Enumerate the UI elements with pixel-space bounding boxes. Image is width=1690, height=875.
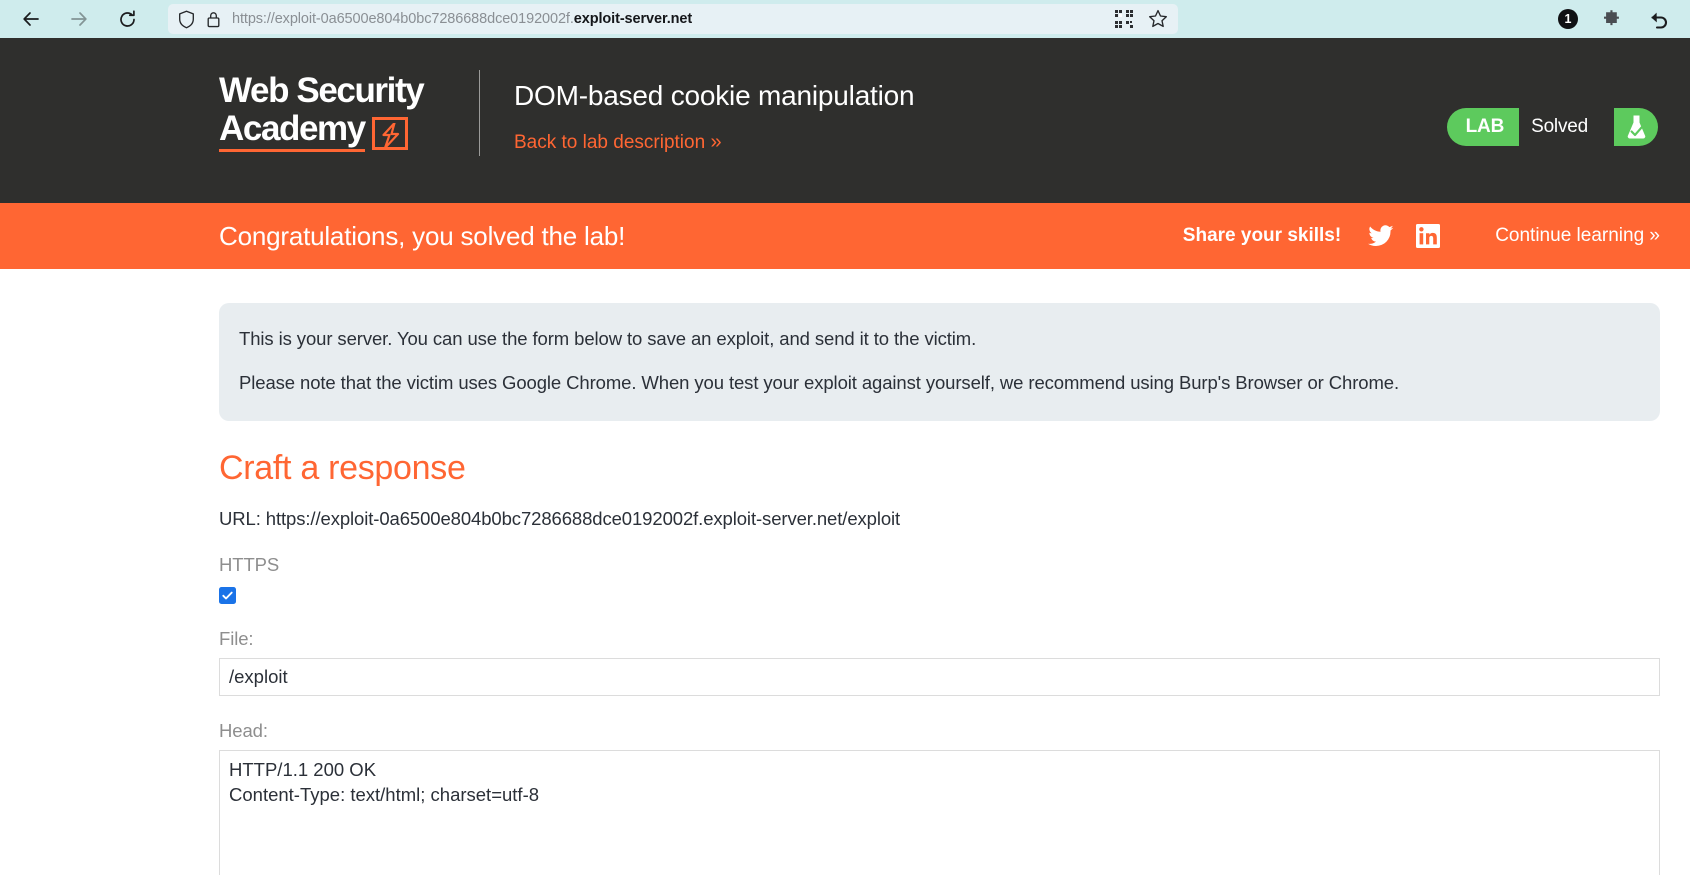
lab-status-badge[interactable]: LAB Solved bbox=[1446, 108, 1658, 146]
lock-icon[interactable] bbox=[206, 10, 221, 29]
browser-toolbar: https://exploit-0a6500e804b0bc7286688dce… bbox=[0, 0, 1690, 38]
head-label: Head: bbox=[219, 720, 268, 742]
share-label: Share your skills! bbox=[1182, 225, 1342, 246]
header-title-block: DOM-based cookie manipulation Back to la… bbox=[514, 38, 915, 154]
twitter-icon[interactable] bbox=[1368, 225, 1394, 247]
congratulations-banner: Congratulations, you solved the lab! Sha… bbox=[0, 203, 1690, 269]
info-line-2: Please note that the victim uses Google … bbox=[239, 372, 1399, 394]
exploit-url-text: URL: https://exploit-0a6500e804b0bc72866… bbox=[219, 508, 901, 530]
lightning-bolt-icon bbox=[371, 117, 408, 150]
chevron-right-icon: » bbox=[710, 131, 721, 153]
site-header: Web Security Academy DOM-based cookie ma… bbox=[0, 38, 1690, 203]
head-textarea[interactable]: HTTP/1.1 200 OK Content-Type: text/html;… bbox=[219, 750, 1660, 875]
reload-icon bbox=[117, 9, 138, 30]
main-content: This is your server. You can use the for… bbox=[0, 303, 1690, 875]
checkmark-icon bbox=[222, 591, 233, 600]
https-label: HTTPS bbox=[219, 554, 280, 576]
file-input[interactable] bbox=[219, 658, 1660, 697]
reload-button[interactable] bbox=[110, 4, 144, 34]
lab-status-text: Solved bbox=[1519, 108, 1614, 146]
back-button[interactable] bbox=[14, 4, 48, 34]
logo-line-2: Academy bbox=[219, 110, 366, 152]
address-bar[interactable]: https://exploit-0a6500e804b0bc7286688dce… bbox=[168, 4, 1178, 34]
banner-actions: Share your skills! Continue learning » bbox=[1183, 224, 1660, 248]
address-bar-actions bbox=[1115, 9, 1168, 29]
arrow-left-icon bbox=[21, 9, 41, 29]
puzzle-piece-icon[interactable] bbox=[1602, 8, 1624, 30]
flask-check-icon bbox=[1614, 108, 1658, 146]
logo-line-2-row: Academy bbox=[219, 110, 457, 152]
back-to-lab-description-link[interactable]: Back to lab description » bbox=[514, 131, 722, 154]
browser-extension-area: 1 bbox=[1558, 8, 1676, 30]
page-title: DOM-based cookie manipulation bbox=[514, 80, 915, 111]
logo-line-1: Web Security bbox=[219, 71, 425, 110]
header-divider bbox=[479, 70, 480, 156]
https-checkbox-row bbox=[219, 587, 1660, 605]
star-icon[interactable] bbox=[1148, 9, 1168, 29]
forward-button[interactable] bbox=[62, 4, 96, 34]
server-info-box: This is your server. You can use the for… bbox=[219, 303, 1660, 422]
browser-nav-buttons bbox=[14, 4, 144, 34]
info-line-1: This is your server. You can use the for… bbox=[239, 328, 977, 349]
https-checkbox[interactable] bbox=[219, 587, 236, 605]
lab-tag-label: LAB bbox=[1465, 116, 1505, 137]
section-title: Craft a response bbox=[219, 449, 466, 488]
file-label: File: bbox=[219, 628, 254, 650]
undo-arrow-icon[interactable] bbox=[1648, 8, 1670, 30]
continue-learning-link[interactable]: Continue learning » bbox=[1495, 225, 1660, 247]
congratulations-message: Congratulations, you solved the lab! bbox=[219, 220, 626, 251]
linkedin-icon[interactable] bbox=[1416, 224, 1441, 248]
back-link-label: Back to lab description bbox=[514, 132, 706, 153]
qr-code-icon[interactable] bbox=[1115, 9, 1134, 29]
shield-icon[interactable] bbox=[178, 10, 195, 29]
notification-badge[interactable]: 1 bbox=[1558, 9, 1578, 29]
arrow-right-icon bbox=[69, 9, 89, 29]
site-logo[interactable]: Web Security Academy bbox=[219, 38, 457, 152]
url-text: https://exploit-0a6500e804b0bc7286688dce… bbox=[232, 11, 693, 27]
